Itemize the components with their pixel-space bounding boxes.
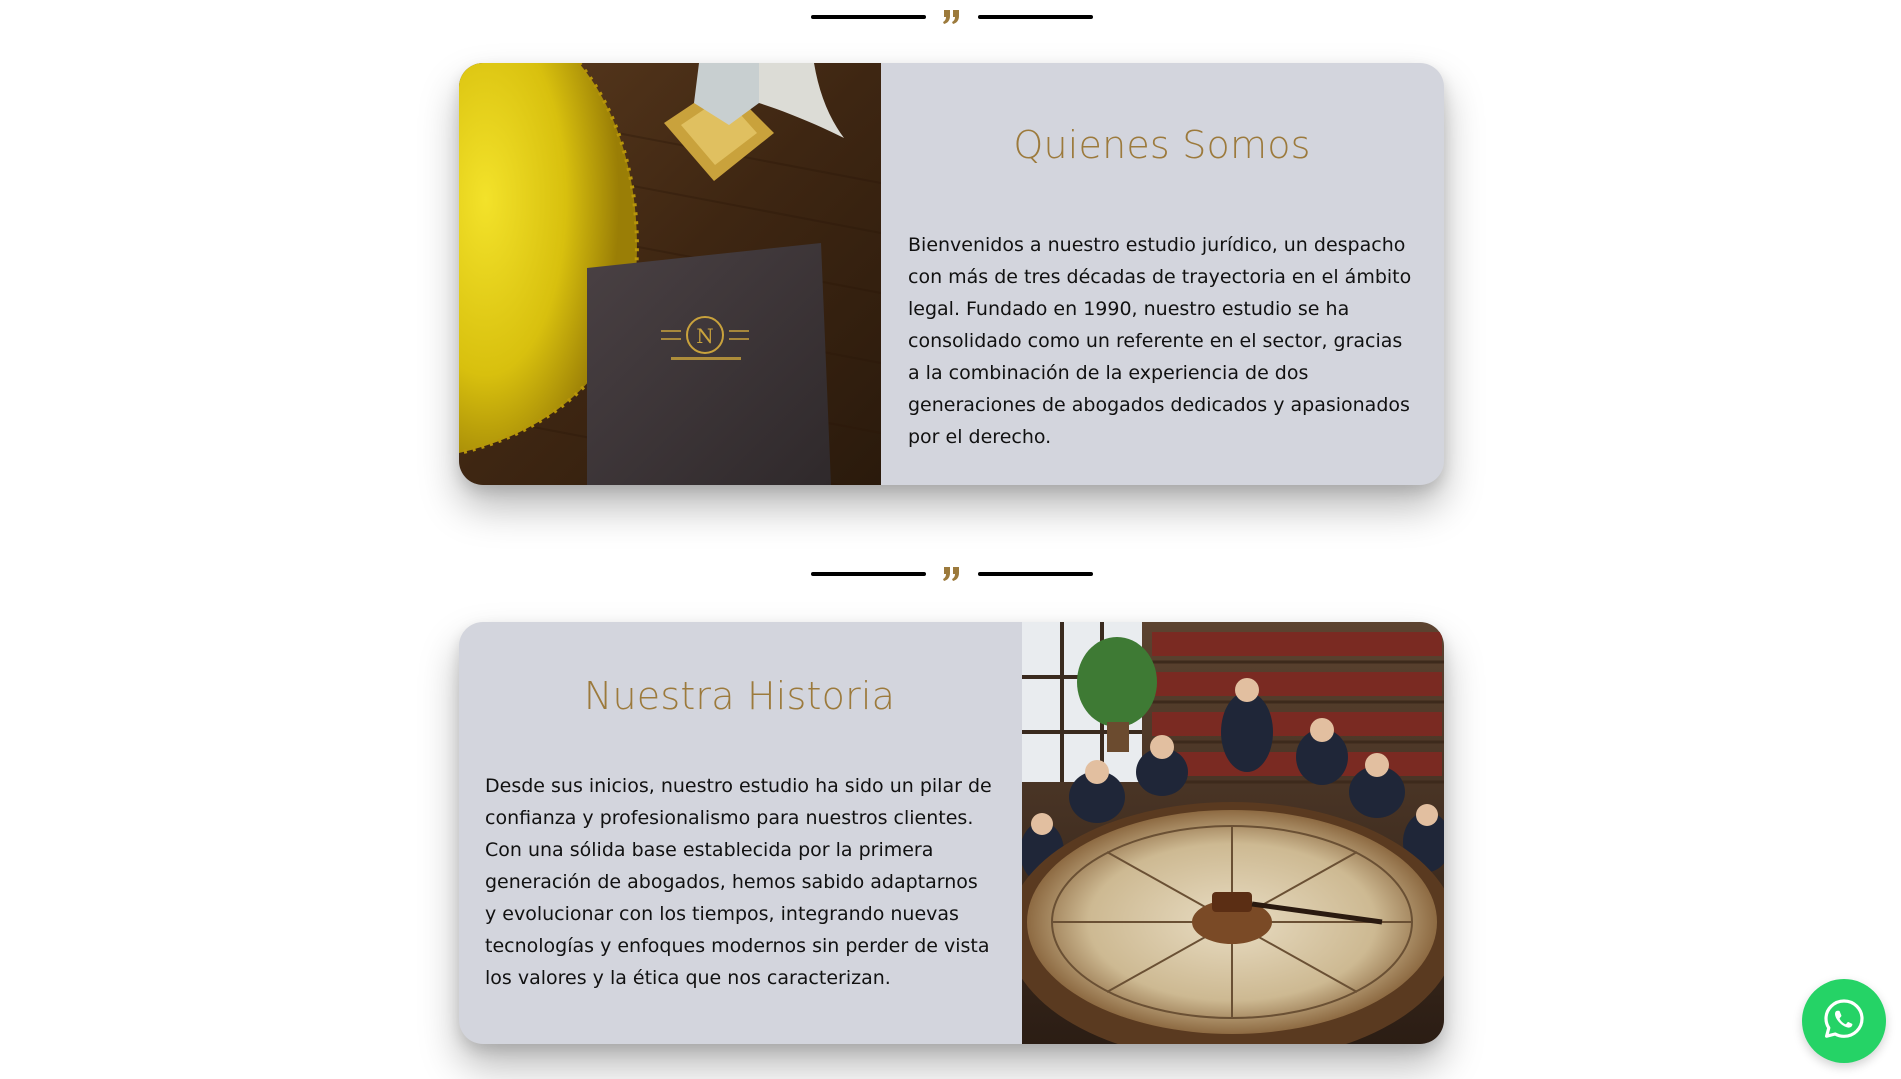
svg-text:N: N <box>696 324 714 348</box>
history-card: Nuestra Historia Desde sus inicios, nues… <box>459 622 1444 1044</box>
whatsapp-button[interactable] <box>1802 979 1886 1063</box>
divider-line-right <box>978 15 1093 19</box>
history-text-panel: Nuestra Historia Desde sus inicios, nues… <box>459 622 1022 1044</box>
section-body: Desde sus inicios, nuestro estudio ha si… <box>485 774 992 989</box>
about-text-panel: Quienes Somos Bienvenidos a nuestro estu… <box>881 63 1444 485</box>
section-body: Bienvenidos a nuestro estudio jurídico, … <box>908 233 1412 448</box>
quote-icon <box>940 562 964 586</box>
section-divider <box>811 562 1093 586</box>
law-firm-folder-photo: N <box>459 63 881 485</box>
lawyers-meeting-table-photo <box>1022 622 1444 1044</box>
section-title: Quienes Somos <box>1013 123 1311 167</box>
section-divider <box>811 5 1093 29</box>
whatsapp-icon <box>1822 997 1866 1046</box>
divider-line-left <box>811 572 926 576</box>
about-card: N Quienes Somos Bienvenidos a nuestro es… <box>459 63 1444 485</box>
divider-line-left <box>811 15 926 19</box>
section-title: Nuestra Historia <box>583 674 896 718</box>
page: N Quienes Somos Bienvenidos a nuestro es… <box>0 0 1901 1079</box>
quote-icon <box>940 5 964 29</box>
divider-line-right <box>978 572 1093 576</box>
